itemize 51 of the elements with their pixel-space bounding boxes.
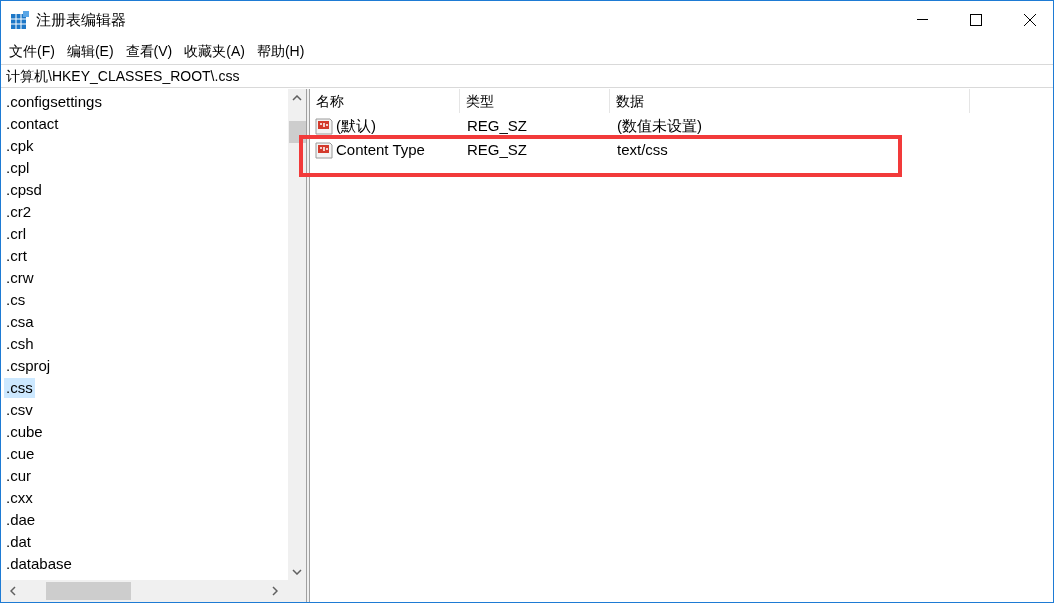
tree-item[interactable]: .cpsd	[4, 180, 44, 200]
value-type: REG_SZ	[466, 139, 528, 160]
tree-item[interactable]: .cr2	[4, 202, 33, 222]
menu-item[interactable]: 编辑(E)	[60, 39, 120, 63]
address-bar[interactable]: 计算机\HKEY_CLASSES_ROOT\.css	[1, 64, 1053, 88]
tree-item[interactable]: .csh	[4, 334, 36, 354]
tree-item[interactable]: .cpk	[4, 136, 36, 156]
column-header[interactable]: 数据	[610, 89, 970, 113]
tree-item[interactable]: .csa	[4, 312, 36, 332]
tree-item[interactable]: .cue	[4, 444, 37, 464]
maximize-icon	[970, 14, 982, 26]
close-icon	[1024, 14, 1036, 26]
tree-item[interactable]: .cpl	[4, 158, 32, 178]
scroll-thumb[interactable]	[46, 582, 131, 600]
tree-item[interactable]: .database	[4, 554, 74, 574]
tree-item[interactable]: .dat	[4, 532, 34, 552]
tree-item[interactable]: .crl	[4, 224, 28, 244]
tree-item[interactable]: .cur	[4, 466, 33, 486]
value-name[interactable]: (默认)	[336, 114, 376, 138]
tree-item[interactable]: .csv	[4, 400, 35, 420]
scroll-right-icon	[272, 586, 278, 596]
menu-item[interactable]: 文件(F)	[3, 39, 61, 63]
menu-item[interactable]: 收藏夹(A)	[178, 39, 251, 63]
column-header[interactable]: 类型	[460, 89, 610, 113]
minimize-icon	[916, 19, 928, 21]
value-data: text/css	[616, 139, 669, 160]
tree-item[interactable]: .crw	[4, 268, 36, 288]
tree-item[interactable]: .cube	[4, 422, 45, 442]
value-data: (数值未设置)	[616, 115, 703, 136]
tree-item[interactable]: .cs	[4, 290, 28, 310]
menu-item[interactable]: 查看(V)	[119, 39, 179, 63]
tree-item[interactable]: .contact	[4, 114, 61, 134]
value-name[interactable]: Content Type	[336, 138, 425, 162]
horizontal-scrollbar[interactable]	[1, 580, 306, 602]
tree-item[interactable]: .css	[4, 378, 35, 398]
scroll-left-icon	[10, 586, 16, 596]
value-type: REG_SZ	[466, 115, 528, 136]
scroll-up-icon	[292, 95, 302, 101]
scroll-down-icon	[292, 569, 302, 575]
string-value-icon	[315, 141, 333, 159]
string-value-icon	[315, 117, 333, 135]
window-title: 注册表编辑器	[36, 9, 126, 30]
tree-item[interactable]: .dae	[4, 510, 38, 530]
vertical-scrollbar[interactable]	[288, 89, 306, 580]
menu-item[interactable]: 帮助(H)	[250, 39, 311, 63]
tree-item[interactable]: .cxx	[4, 488, 35, 508]
registry-icon	[11, 11, 29, 29]
tree-item[interactable]: .configsettings	[4, 92, 104, 112]
column-header[interactable]: 名称	[310, 89, 460, 113]
tree-item[interactable]: .csproj	[4, 356, 53, 376]
tree-item[interactable]: .crt	[4, 246, 29, 266]
